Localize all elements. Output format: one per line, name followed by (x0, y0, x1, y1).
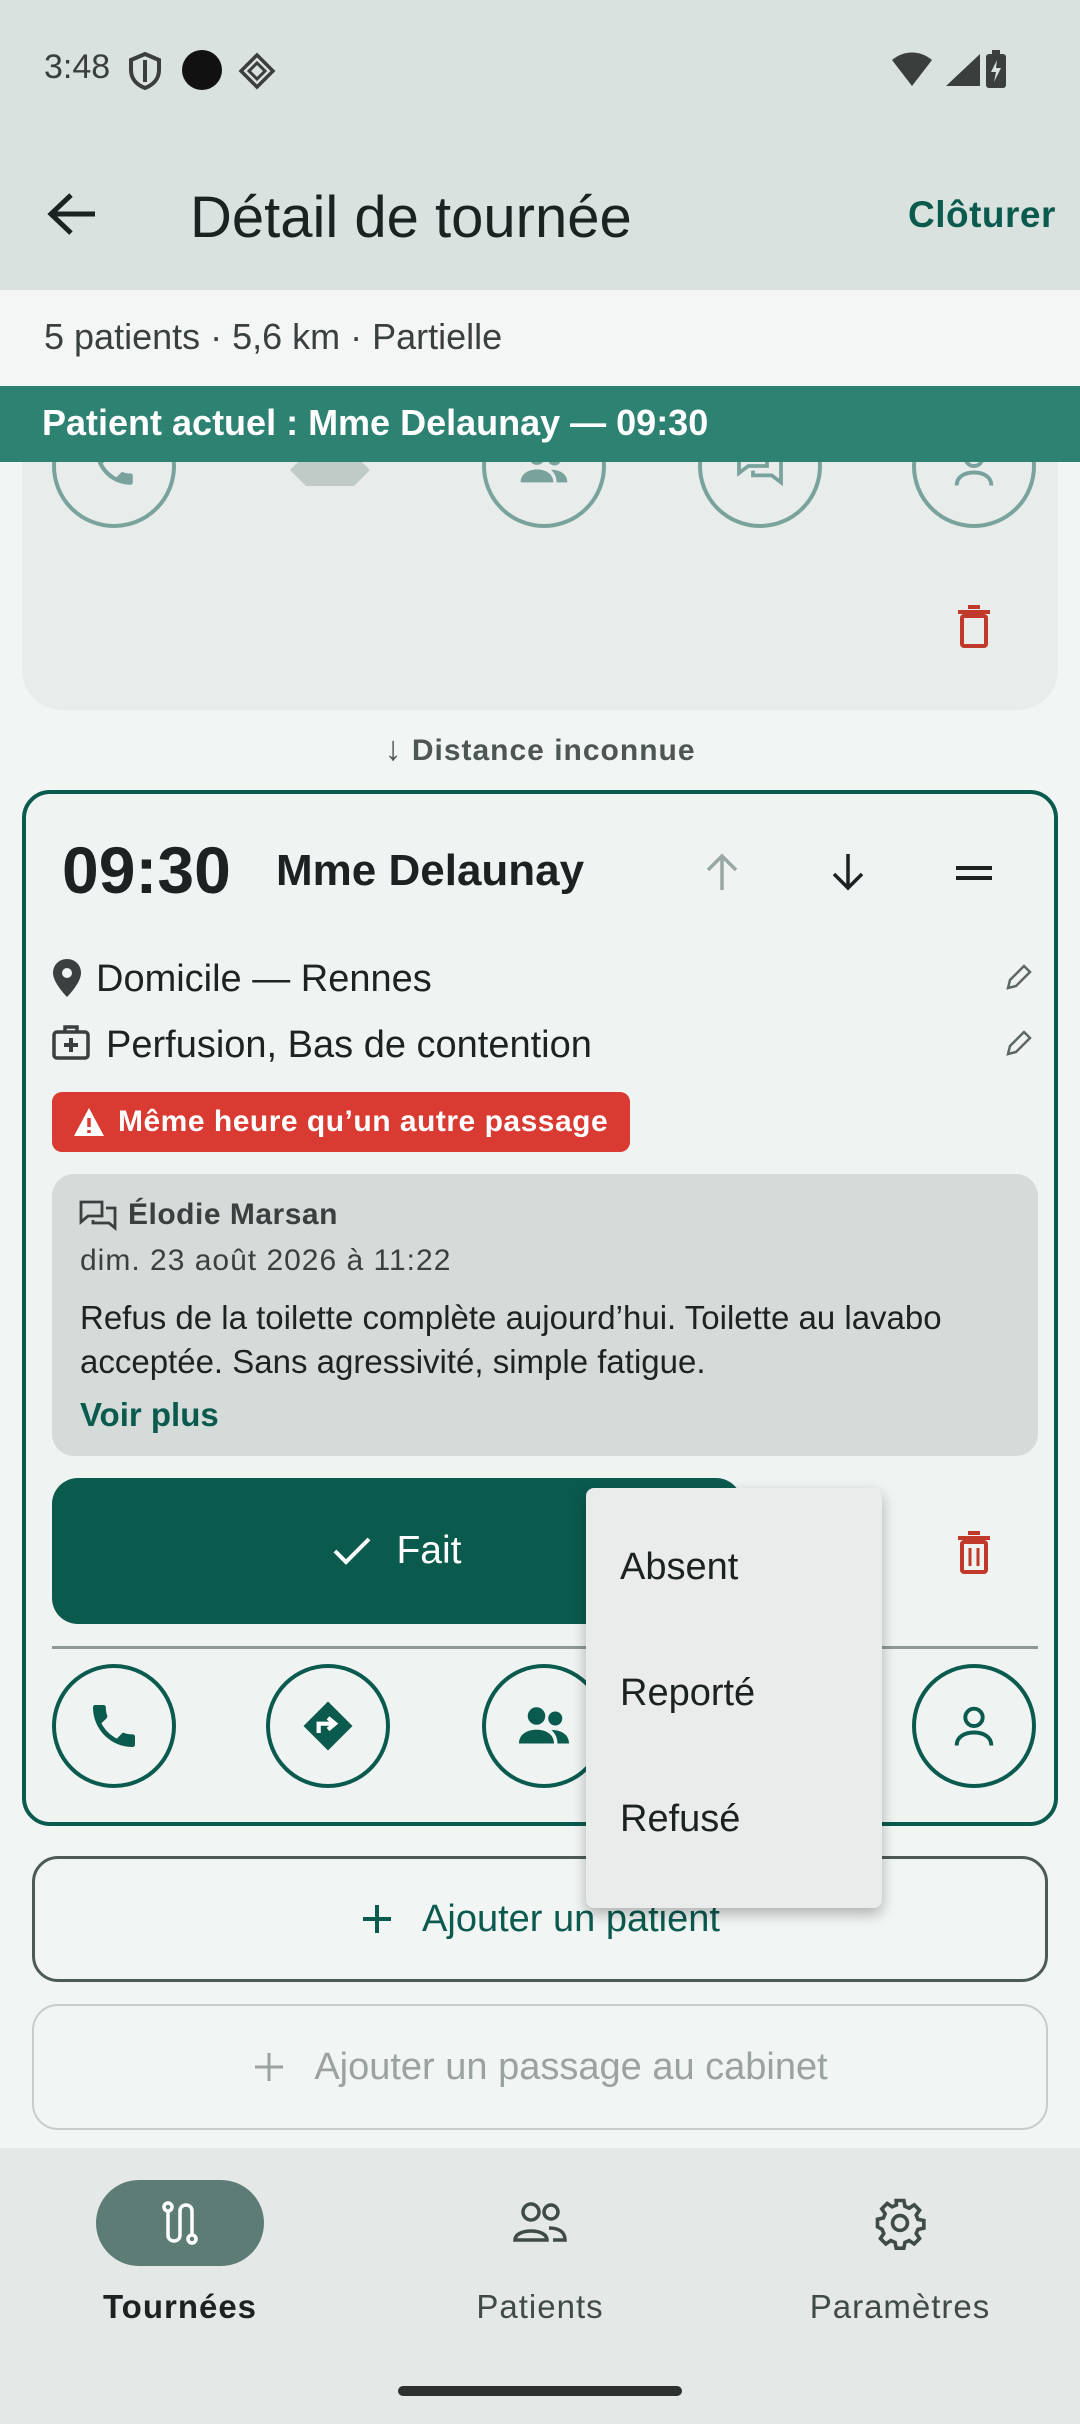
directions-button[interactable] (266, 1664, 390, 1788)
warning-icon (74, 1108, 104, 1136)
comments-icon (79, 1200, 117, 1231)
directions-icon (303, 1701, 353, 1751)
profile-button[interactable] (912, 1664, 1036, 1788)
conflict-warning-badge: Même heure qu’un autre passage (52, 1092, 631, 1152)
menu-item-refuse[interactable]: Refusé (620, 1798, 740, 1841)
person-icon (954, 1706, 994, 1746)
plus-icon (363, 1905, 392, 1933)
menu-item-reporte[interactable]: Reporté (620, 1672, 755, 1715)
menu-item-absent[interactable]: Absent (620, 1546, 738, 1589)
people-icon (519, 1707, 569, 1744)
move-down-icon[interactable] (828, 852, 868, 892)
home-indicator (398, 2386, 682, 2396)
delete-icon[interactable] (956, 604, 992, 648)
status-time: 3:48 (44, 48, 111, 86)
location-pin-icon (53, 959, 81, 997)
add-patient-button[interactable]: Ajouter un patient (32, 1856, 1048, 1982)
check-icon (334, 1537, 371, 1565)
nav-tab-tournees[interactable]: Tournées (0, 2180, 360, 2326)
divider (52, 1646, 1038, 1649)
care-types: Perfusion, Bas de contention (106, 1024, 592, 1066)
plus-icon (255, 2053, 284, 2081)
record-dot-icon (182, 50, 222, 90)
distance-label: ↓ Distance inconnue (384, 730, 696, 768)
people-icon (513, 2202, 567, 2242)
current-patient-text: Patient actuel : Mme Delaunay — 09:30 (42, 402, 709, 443)
tour-summary: 5 patients · 5,6 km · Partielle (44, 316, 503, 357)
call-button[interactable] (52, 1664, 176, 1788)
arrow-back-icon (47, 193, 95, 235)
visit-time: 09:30 (62, 833, 231, 907)
wifi-icon (892, 52, 932, 86)
visit-place: Domicile — Rennes (96, 958, 432, 1000)
arrow-down-icon: ↓ (384, 730, 403, 768)
close-tour-button[interactable]: Clôturer (908, 194, 1056, 236)
nav-label: Patients (476, 2288, 604, 2325)
medical-bag-icon (52, 1025, 90, 1060)
route-icon (162, 2201, 198, 2245)
note-author: Élodie Marsan (128, 1198, 338, 1231)
signal-icon (946, 54, 980, 86)
note-date: dim. 23 août 2026 à 11:22 (80, 1244, 452, 1277)
edit-place-icon[interactable] (1004, 962, 1034, 992)
add-cabinet-visit-button[interactable]: Ajouter un passage au cabinet (32, 2004, 1048, 2130)
battery-icon (986, 50, 1006, 88)
done-label: Fait (396, 1529, 462, 1572)
page-title: Détail de tournée (190, 185, 632, 250)
patient-name: Mme Delaunay (276, 846, 585, 895)
see-more-link[interactable]: Voir plus (80, 1396, 219, 1434)
nav-tab-patients[interactable]: Patients (360, 2180, 720, 2326)
edit-care-icon[interactable] (1004, 1028, 1034, 1058)
nav-active-indicator (96, 2180, 264, 2266)
shield-icon (129, 52, 161, 90)
delete-icon[interactable] (956, 1530, 992, 1574)
drag-handle-icon[interactable] (954, 860, 994, 886)
gear-icon (875, 2198, 926, 2250)
move-up-icon[interactable] (702, 852, 742, 892)
note-body: Refus de la toilette complète aujourd’hu… (80, 1299, 942, 1380)
nav-tab-parametres[interactable]: Paramètres (720, 2180, 1080, 2326)
back-button[interactable] (40, 182, 104, 246)
diamond-icon (238, 52, 276, 90)
status-menu: Absent Reporté Refusé (586, 1488, 882, 1908)
phone-icon (93, 1705, 135, 1747)
nav-label: Paramètres (809, 2288, 991, 2325)
nav-label: Tournées (102, 2288, 258, 2325)
